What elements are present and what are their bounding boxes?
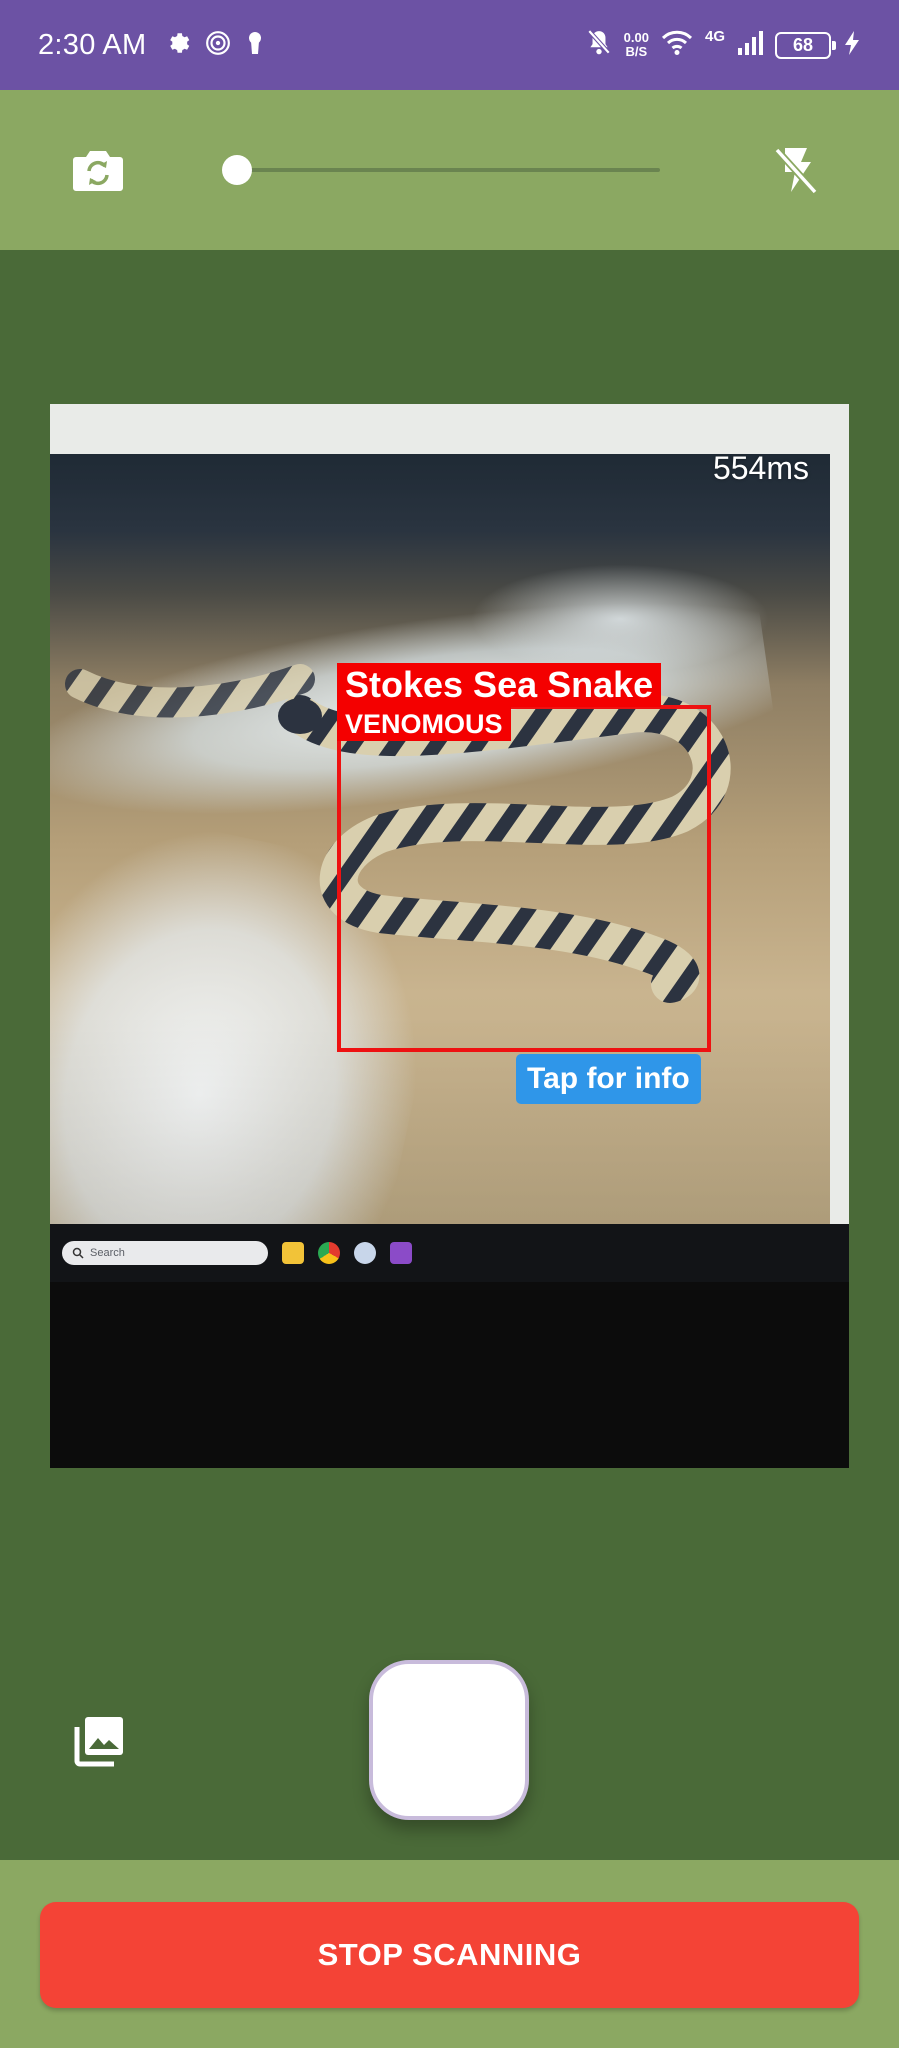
status-bar: 2:30 AM 0.00 B/S 4G 68	[0, 0, 899, 90]
net-speed: 0.00 B/S	[624, 31, 649, 59]
charging-bolt-icon	[843, 30, 861, 61]
bell-off-icon	[586, 29, 612, 62]
camera-switch-button[interactable]	[72, 147, 124, 193]
signal-icon	[737, 30, 763, 61]
status-left-icons	[165, 30, 265, 61]
keyhole-icon	[245, 30, 265, 61]
camera-preview-area: Search 554ms Stokes Sea Snake VENOMOUS T…	[0, 250, 899, 1860]
stop-scanning-button[interactable]: STOP SCANNING	[40, 1902, 859, 2008]
chrome-icon	[318, 1242, 340, 1264]
species-label: Stokes Sea Snake	[337, 663, 662, 707]
status-time: 2:30 AM	[38, 28, 147, 61]
status-right-icons: 0.00 B/S 4G 68	[586, 27, 861, 62]
flash-toggle-button[interactable]	[770, 142, 822, 198]
tap-for-info-button[interactable]: Tap for info	[516, 1054, 701, 1104]
net-speed-unit: B/S	[625, 44, 648, 59]
monitor-taskbar: Search	[50, 1224, 849, 1282]
gallery-icon	[74, 1717, 123, 1767]
bottom-bar: STOP SCANNING	[0, 1860, 899, 2048]
shutter-button[interactable]	[369, 1660, 529, 1820]
folder-icon	[282, 1242, 304, 1264]
search-icon	[72, 1247, 84, 1259]
gear-icon	[165, 30, 191, 61]
battery-icon: 68	[775, 31, 836, 59]
wifi-icon	[661, 30, 693, 61]
network-type: 4G	[704, 27, 725, 45]
taskbar-search-text: Search	[90, 1247, 125, 1259]
zoom-slider[interactable]	[222, 150, 660, 190]
detection-box[interactable]	[337, 705, 711, 1052]
latency-label: 554ms	[712, 450, 809, 486]
zoom-track	[238, 168, 660, 172]
camera-toolbar	[0, 90, 899, 250]
zoom-thumb[interactable]	[222, 155, 252, 185]
app-icon	[390, 1242, 412, 1264]
fingerprint-icon	[205, 30, 231, 61]
camera-switch-icon	[73, 151, 123, 191]
camera-feed[interactable]: Search 554ms Stokes Sea Snake VENOMOUS T…	[50, 404, 849, 1468]
gallery-button[interactable]	[72, 1714, 126, 1768]
app-icon	[354, 1242, 376, 1264]
venomous-badge: VENOMOUS	[337, 707, 511, 741]
battery-level: 68	[792, 34, 814, 55]
net-speed-value: 0.00	[623, 30, 649, 45]
flash-off-icon	[774, 147, 818, 195]
taskbar-search: Search	[62, 1241, 268, 1265]
